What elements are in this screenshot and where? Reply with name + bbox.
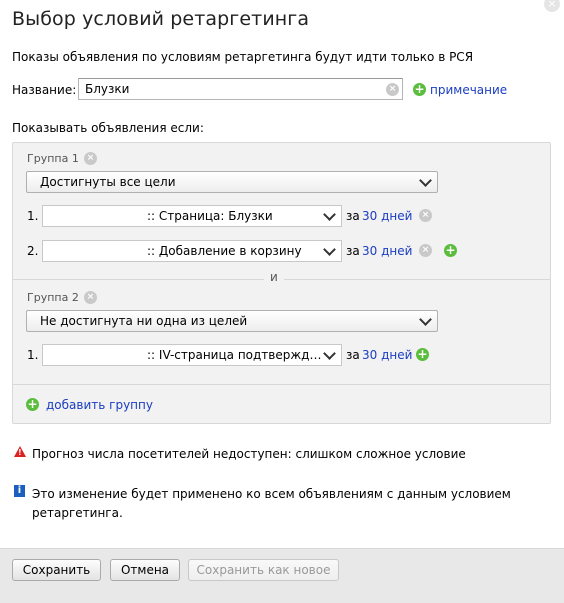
remove-condition-icon[interactable]: × xyxy=(419,244,432,257)
group-2-mode-select[interactable]: Не достигнута ни одна из целей xyxy=(26,310,438,332)
goal-name: :: IV-страница подтвержд… xyxy=(147,348,322,362)
dialog-subtitle: Показы объявления по условиям ретаргетин… xyxy=(12,50,474,64)
period-link[interactable]: 30 дней xyxy=(362,348,412,362)
panel-divider xyxy=(13,384,550,385)
remove-group-1-icon[interactable]: × xyxy=(84,152,97,165)
period-prefix: за xyxy=(346,244,360,258)
add-condition-icon[interactable]: + xyxy=(416,348,429,361)
remove-group-2-icon[interactable]: × xyxy=(84,291,97,304)
warning-icon-mark: ! xyxy=(18,448,22,457)
clear-input-icon[interactable]: × xyxy=(386,83,399,96)
forecast-warning: Прогноз числа посетителей недоступен: сл… xyxy=(32,447,466,461)
info-message: Это изменение будет применено ко всем об… xyxy=(32,487,511,520)
show-if-label: Показывать объявления если: xyxy=(12,121,204,135)
add-note-link[interactable]: примечание xyxy=(430,83,507,97)
condition-number: 1. xyxy=(27,348,39,362)
name-label: Название: xyxy=(12,83,77,97)
name-input[interactable] xyxy=(78,78,403,100)
group-2-label: Группа 2 xyxy=(27,291,79,304)
goal-id-redacted xyxy=(45,207,145,225)
period-link[interactable]: 30 дней xyxy=(362,244,412,258)
goal-name: :: Добавление в корзину xyxy=(147,244,302,258)
save-as-new-button[interactable]: Сохранить как новое xyxy=(188,559,339,581)
group-2-mode-value: Не достигнута ни одна из целей xyxy=(40,314,248,328)
condition-number: 2. xyxy=(27,244,39,258)
goal-name: :: Страница: Блузки xyxy=(147,209,273,223)
cancel-button[interactable]: Отмена xyxy=(110,559,180,581)
group-1-mode-value: Достигнуты все цели xyxy=(40,175,176,189)
add-group-icon[interactable]: + xyxy=(26,398,39,411)
dialog-title: Выбор условий ретаргетинга xyxy=(12,8,310,30)
info-icon: i xyxy=(14,485,25,497)
save-button[interactable]: Сохранить xyxy=(12,559,101,581)
close-icon[interactable]: × xyxy=(544,0,560,12)
goal-id-redacted xyxy=(45,242,145,260)
condition-number: 1. xyxy=(27,209,39,223)
group-1-mode-select[interactable]: Достигнуты все цели xyxy=(26,171,438,193)
period-link[interactable]: 30 дней xyxy=(362,209,412,223)
and-label: и xyxy=(264,270,284,284)
period-prefix: за xyxy=(346,348,360,362)
add-group-link[interactable]: добавить группу xyxy=(46,398,153,412)
add-note-icon[interactable]: + xyxy=(413,83,426,96)
group-1-label: Группа 1 xyxy=(27,152,79,165)
goal-id-redacted xyxy=(45,346,145,364)
period-prefix: за xyxy=(346,209,360,223)
add-condition-icon[interactable]: + xyxy=(444,244,457,257)
remove-condition-icon[interactable]: × xyxy=(419,209,432,222)
